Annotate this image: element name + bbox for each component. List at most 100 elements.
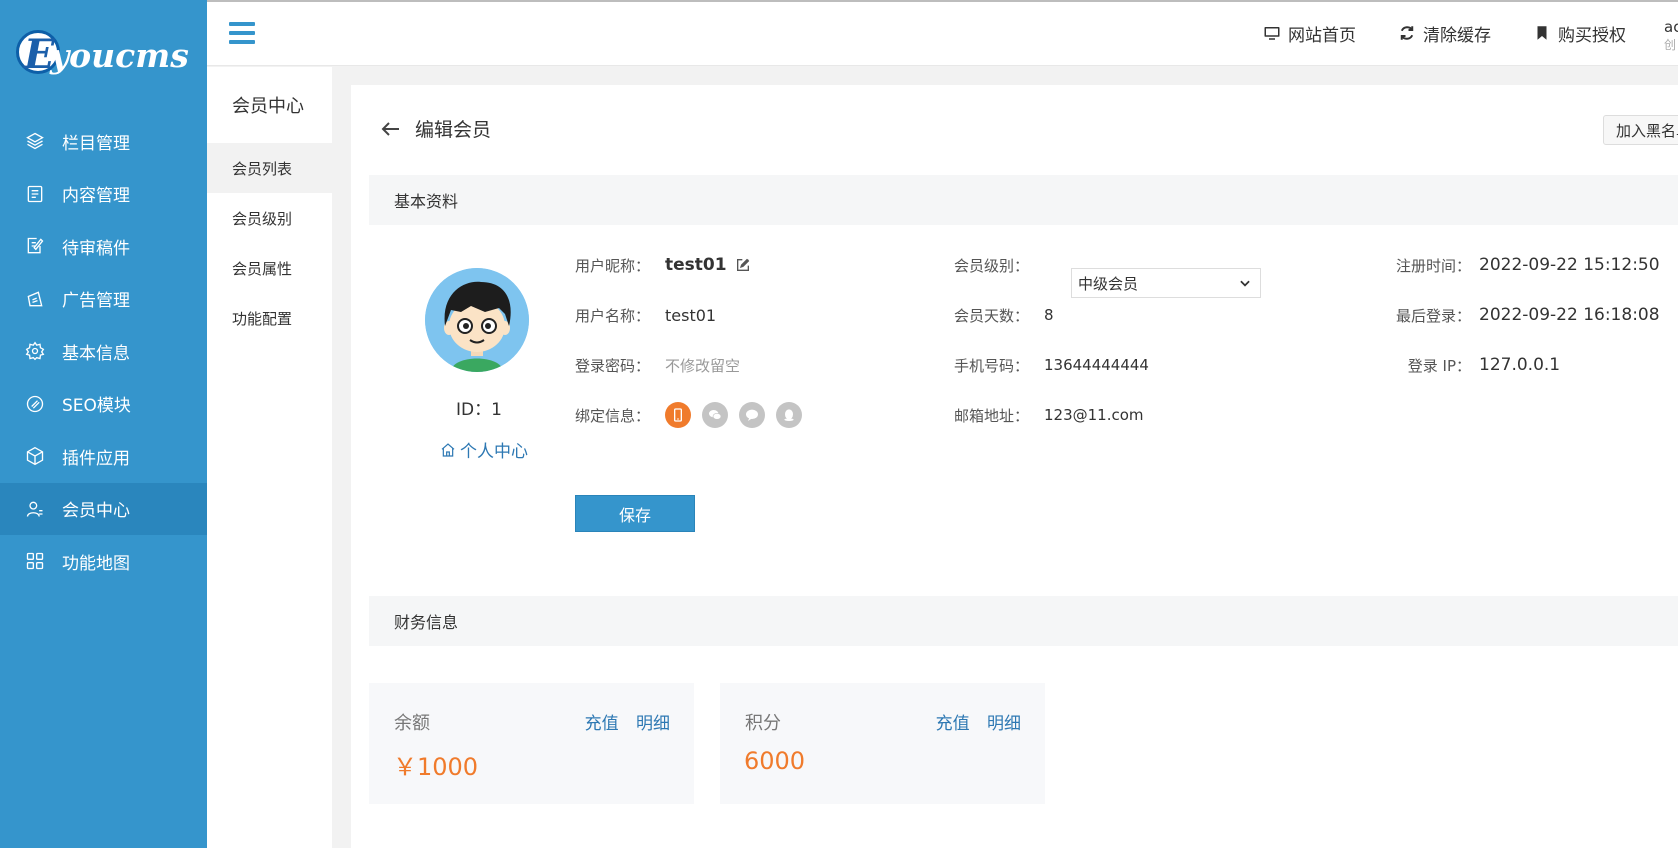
sidebar-item-label: 功能地图 <box>62 553 130 574</box>
password-field: 登录密码： 不修改留空 <box>575 350 740 380</box>
header-links: 网站首页 清除缓存 购买授权 <box>1263 18 1678 48</box>
sidebar-item-label: SEO模块 <box>62 396 131 417</box>
layers-icon <box>24 130 46 152</box>
password-input[interactable]: 不修改留空 <box>665 355 740 376</box>
menu-toggle-icon[interactable] <box>229 22 255 46</box>
buy-license-link[interactable]: 购买授权 <box>1533 21 1626 46</box>
phone-label: 手机号码： <box>954 356 1030 375</box>
login-ip-label: 登录 IP： <box>1407 356 1471 375</box>
email-field: 邮箱地址： 123@11.com <box>954 400 1144 430</box>
sidebar-item-basic-info[interactable]: 基本信息 <box>0 325 207 378</box>
page-title: 编辑会员 <box>415 119 492 141</box>
balance-detail-link[interactable]: 明细 <box>636 714 670 734</box>
site-home-label: 网站首页 <box>1288 25 1356 46</box>
cube-icon <box>24 445 46 467</box>
points-detail-link[interactable]: 明细 <box>987 714 1021 734</box>
refresh-icon <box>1400 26 1414 40</box>
sidebar-item-columns[interactable]: 栏目管理 <box>0 115 207 168</box>
sidebar-nav: 栏目管理 内容管理 待审稿件 广告管理 基本信息 SEO模块 插件应用 会员中心… <box>0 115 207 588</box>
login-ip-field: 登录 IP： 127.0.0.1 <box>1385 350 1560 380</box>
subnav-item-function-config[interactable]: 功能配置 <box>207 293 332 343</box>
username-field: 用户名称： test01 <box>575 300 716 330</box>
level-label: 会员级别： <box>954 256 1030 275</box>
qq-bind-icon[interactable] <box>776 402 802 428</box>
bind-info-label: 绑定信息： <box>575 406 651 425</box>
sidebar-item-label: 栏目管理 <box>62 133 130 154</box>
bind-icons <box>665 402 813 428</box>
username-label: 用户名称： <box>575 306 651 325</box>
edit-document-icon <box>24 235 46 257</box>
mobile-bind-icon[interactable] <box>665 402 691 428</box>
grid-icon <box>24 550 46 572</box>
password-label: 登录密码： <box>575 356 651 375</box>
seo-icon <box>24 393 46 415</box>
points-card: 积分 充值 明细 6000 <box>720 683 1045 804</box>
sidebar-item-ads[interactable]: 广告管理 <box>0 273 207 326</box>
wechat-bind-icon[interactable] <box>702 402 728 428</box>
days-value: 8 <box>1044 306 1054 324</box>
monitor-icon <box>1264 27 1280 40</box>
subnav-item-member-level[interactable]: 会员级别 <box>207 193 332 243</box>
username-value: test01 <box>665 305 717 325</box>
document-icon <box>24 183 46 205</box>
member-id: ID：1 <box>456 400 502 420</box>
sidebar-item-label: 内容管理 <box>62 186 130 207</box>
sidebar-item-pending[interactable]: 待审稿件 <box>0 220 207 273</box>
sidebar-item-function-map[interactable]: 功能地图 <box>0 535 207 588</box>
logo-text: youcms <box>50 36 189 75</box>
admin-user-menu[interactable]: ac 创 <box>1664 18 1678 53</box>
bind-info-field: 绑定信息： <box>575 400 813 430</box>
section-finance-info: 财务信息 <box>369 596 1678 646</box>
sidebar-item-label: 待审稿件 <box>62 238 130 259</box>
main-sidebar: E youcms 栏目管理 内容管理 待审稿件 广告管理 基本信息 SEO模块 <box>0 0 207 848</box>
edit-icon[interactable] <box>735 257 751 273</box>
points-actions: 充值 明细 <box>924 709 1021 734</box>
home-icon <box>441 442 455 457</box>
sidebar-item-content[interactable]: 内容管理 <box>0 168 207 221</box>
sidebar-item-seo[interactable]: SEO模块 <box>0 378 207 431</box>
sidebar-item-label: 插件应用 <box>62 448 130 469</box>
reg-time-label: 注册时间： <box>1395 256 1471 275</box>
sidebar-item-label: 广告管理 <box>62 291 130 312</box>
days-label: 会员天数： <box>954 306 1030 325</box>
phone-value: 13644444444 <box>1044 356 1149 374</box>
days-field: 会员天数： 8 <box>954 300 1054 330</box>
logo[interactable]: E youcms <box>16 30 191 82</box>
login-ip-value: 127.0.0.1 <box>1479 355 1561 375</box>
nickname-field: 用户昵称： test01 <box>575 250 751 280</box>
subnav-title: 会员中心 <box>232 96 304 117</box>
subnav-item-member-list[interactable]: 会员列表 <box>207 143 332 193</box>
clear-cache-link[interactable]: 清除缓存 <box>1398 21 1491 46</box>
points-value: 6000 <box>744 747 806 775</box>
balance-value: ￥1000 <box>393 753 479 781</box>
personal-center-link[interactable]: 个人中心 <box>429 437 539 462</box>
last-login-field: 最后登录： 2022-09-22 16:18:08 <box>1385 300 1660 330</box>
reg-time-field: 注册时间： 2022-09-22 15:12:50 <box>1385 250 1660 280</box>
personal-center-label: 个人中心 <box>460 442 528 462</box>
sidebar-item-members[interactable]: 会员中心 <box>0 482 207 535</box>
level-select[interactable]: 中级会员 <box>1071 268 1261 298</box>
subnav-item-member-attributes[interactable]: 会员属性 <box>207 243 332 293</box>
level-field: 会员级别： <box>954 250 1029 280</box>
admin-username: ac <box>1664 18 1678 36</box>
add-to-blacklist-button[interactable]: 加入黑名单 <box>1603 115 1678 145</box>
last-login-value: 2022-09-22 16:18:08 <box>1479 305 1660 325</box>
save-button[interactable]: 保存 <box>575 495 695 532</box>
balance-card: 余额 充值 明细 ￥1000 <box>369 683 694 804</box>
sidebar-item-plugins[interactable]: 插件应用 <box>0 430 207 483</box>
avatar <box>425 268 529 372</box>
ad-icon <box>24 288 46 310</box>
back-button[interactable]: 编辑会员 <box>379 115 491 142</box>
balance-recharge-link[interactable]: 充值 <box>585 714 619 734</box>
chat-bind-icon[interactable] <box>739 402 765 428</box>
buy-license-label: 购买授权 <box>1558 25 1626 46</box>
points-recharge-link[interactable]: 充值 <box>936 714 970 734</box>
reg-time-value: 2022-09-22 15:12:50 <box>1479 255 1660 275</box>
member-subnav: 会员中心 会员列表 会员级别 会员属性 功能配置 <box>207 67 332 848</box>
admin-role: 创 <box>1664 38 1677 52</box>
sidebar-item-label: 会员中心 <box>62 501 130 522</box>
user-icon <box>24 498 46 520</box>
balance-label: 余额 <box>394 713 430 734</box>
level-select-value: 中级会员 <box>1078 274 1139 293</box>
site-home-link[interactable]: 网站首页 <box>1263 21 1356 46</box>
